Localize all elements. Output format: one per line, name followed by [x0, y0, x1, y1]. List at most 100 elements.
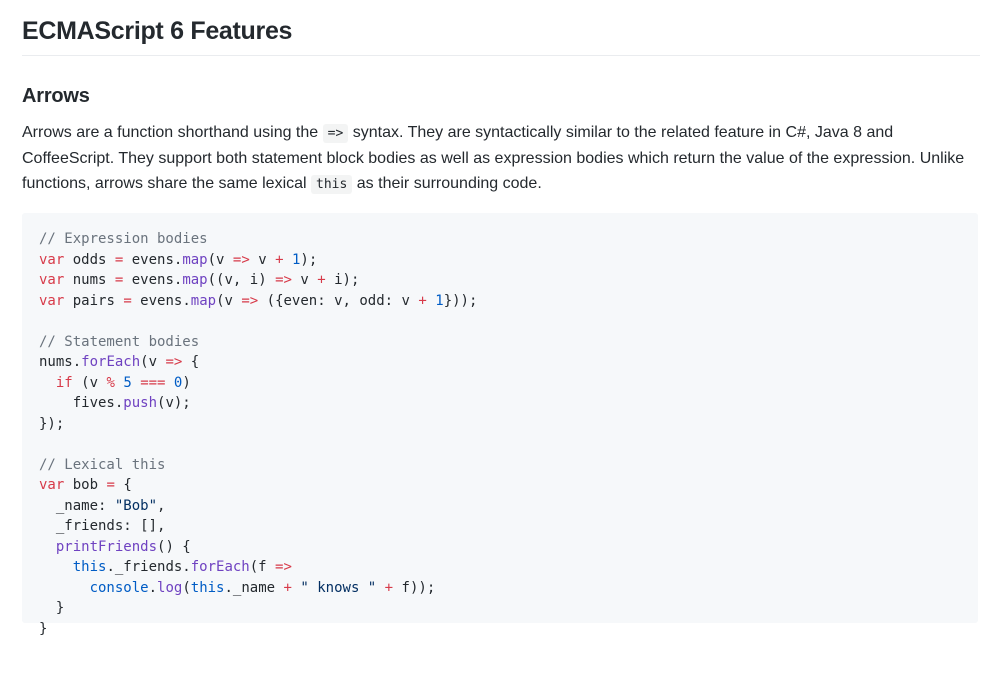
code-token-plain: }));	[443, 292, 478, 309]
code-token-plain: }	[39, 620, 48, 637]
section-heading: Arrows	[22, 85, 90, 107]
code-token-num: this	[72, 559, 107, 575]
code-token-str: " knows "	[300, 579, 377, 596]
code-token-num: 5	[123, 374, 132, 391]
code-token-plain: {	[182, 354, 200, 370]
code-token-plain: _friends: [],	[39, 518, 166, 534]
code-token-plain: pairs	[64, 292, 124, 309]
code-token-plain: )	[182, 374, 191, 391]
code-token-plain: odds	[64, 251, 115, 268]
code-token-plain: evens.	[131, 292, 191, 309]
inline-code-arrow: =>	[322, 124, 349, 143]
code-token-plain: v	[249, 251, 276, 268]
code-line: this._friends.forEach(f =>	[39, 557, 961, 578]
code-token-plain: () {	[157, 538, 191, 555]
code-line: if (v % 5 === 0)	[39, 373, 961, 394]
code-token-plain: ((v, i)	[207, 272, 276, 288]
code-token-kw: %	[106, 374, 115, 391]
code-line: console.log(this._name + " knows " + f))…	[39, 578, 961, 599]
readme-content: ECMAScript 6 Features Arrows Arrows are …	[0, 0, 1004, 637]
code-token-kw: =>	[275, 272, 292, 288]
code-token-kw: +	[384, 579, 394, 596]
code-token-kw: +	[418, 292, 427, 309]
code-token-plain: (v	[72, 374, 107, 391]
code-token-kw: var	[39, 292, 65, 309]
code-token-plain: .	[148, 579, 158, 596]
code-token-plain: });	[39, 415, 65, 432]
code-token-plain: {	[114, 477, 132, 493]
code-token-kw: ===	[140, 374, 166, 391]
code-line: var nums = evens.map((v, i) => v + i);	[39, 270, 961, 291]
code-token-plain: (v	[216, 292, 242, 309]
code-line: printFriends() {	[39, 537, 961, 558]
code-token-kw: =>	[241, 292, 259, 309]
code-token-fn: push	[123, 395, 158, 411]
code-line: var odds = evens.map(v => v + 1);	[39, 250, 961, 271]
inline-code-this: this	[311, 175, 353, 194]
code-token-kw: if	[55, 374, 73, 391]
code-token-fn: map	[182, 251, 208, 268]
code-token-comment: // Lexical this	[39, 456, 166, 473]
code-token-str: "Bob"	[114, 497, 158, 514]
code-token-plain: ._friends.	[106, 559, 191, 575]
code-token-kw: var	[39, 477, 65, 493]
page-title: ECMAScript 6 Features	[22, 0, 980, 56]
code-block: // Expression bodies var odds = evens.map…	[22, 213, 978, 637]
paragraph-text-1: Arrows are a function shorthand using th…	[22, 124, 323, 141]
code-line: var pairs = evens.map(v => ({even: v, od…	[39, 291, 961, 312]
code-token-comment: // Statement bodies	[39, 333, 200, 350]
code-token-kw: +	[283, 579, 292, 596]
code-token-plain: (v);	[157, 395, 191, 411]
code-line: // Expression bodies	[39, 229, 961, 250]
code-line: // Lexical this	[39, 455, 961, 476]
code-token-plain: ._name	[224, 579, 284, 596]
code-token-fn: forEach	[81, 354, 141, 370]
code-token-plain: (f	[249, 559, 276, 575]
code-token-plain: nums	[64, 272, 115, 288]
code-token-plain: i);	[325, 272, 360, 288]
code-token-fn: printFriends	[55, 538, 158, 555]
code-token-fn: log	[157, 579, 183, 596]
code-token-num: console	[89, 579, 149, 596]
code-line: });	[39, 414, 961, 435]
code-line: fives.push(v);	[39, 393, 961, 414]
code-token-comment: // Expression bodies	[39, 231, 208, 247]
code-token-plain: f));	[393, 579, 436, 596]
code-token-plain: bob	[64, 477, 107, 493]
code-token-plain: }	[39, 600, 65, 616]
code-token-plain: nums.	[39, 354, 82, 370]
code-token-kw: var	[39, 272, 65, 288]
paragraph-text-3: as their surrounding code.	[352, 175, 542, 192]
code-line: _name: "Bob",	[39, 496, 961, 517]
code-token-kw: =	[123, 292, 132, 309]
code-token-fn: map	[190, 292, 217, 309]
code-token-kw: =>	[165, 354, 183, 370]
section-paragraph: Arrows are a function shorthand using th…	[22, 120, 974, 197]
code-token-kw: var	[39, 251, 65, 268]
code-token-fn: forEach	[190, 559, 250, 575]
code-token-fn: map	[182, 272, 208, 288]
code-token-plain: );	[300, 251, 318, 268]
code-line: // Statement bodies	[39, 332, 961, 353]
code-token-plain: fives.	[39, 395, 124, 411]
code-line: _friends: [],	[39, 516, 961, 537]
code-token-num: 1	[435, 292, 444, 309]
code-token-num: this	[190, 579, 225, 596]
code-token-plain: _name:	[39, 497, 115, 514]
code-token-kw: +	[275, 251, 284, 268]
code-line: nums.forEach(v => {	[39, 352, 961, 373]
code-token-plain: v	[291, 272, 318, 288]
code-token-plain: (v	[140, 354, 166, 370]
code-token-plain: evens.	[123, 272, 183, 288]
code-token-plain: evens.	[123, 251, 183, 268]
code-token-kw: +	[317, 272, 326, 288]
